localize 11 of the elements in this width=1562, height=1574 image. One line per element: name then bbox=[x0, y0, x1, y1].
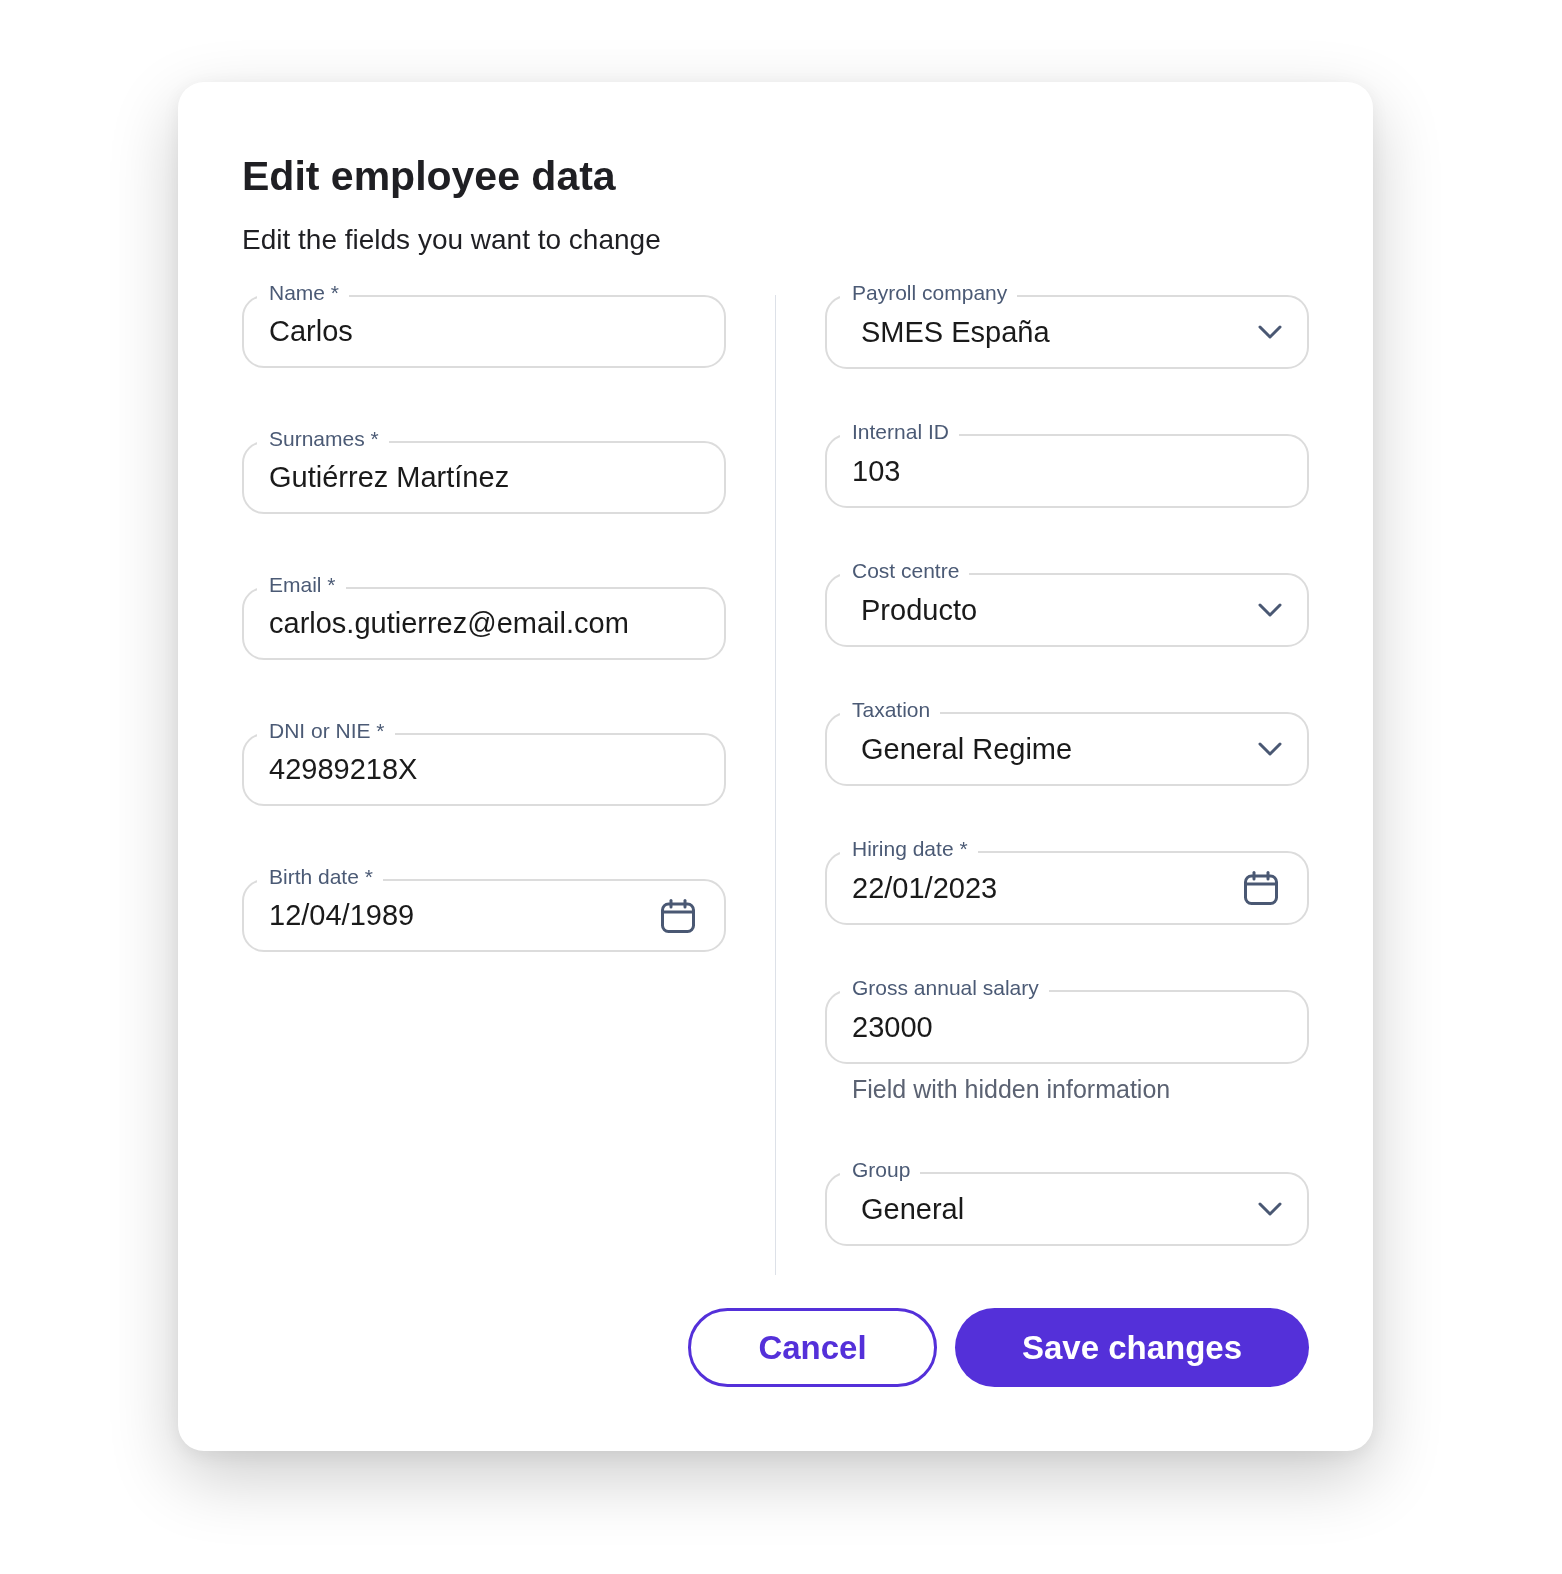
dialog-title: Edit employee data bbox=[242, 152, 616, 200]
calendar-icon bbox=[1244, 871, 1278, 905]
cancel-button[interactable]: Cancel bbox=[688, 1308, 937, 1387]
helper-text: Field with hidden information bbox=[852, 1074, 1171, 1104]
chevron-down-icon bbox=[1258, 742, 1282, 756]
calendar-icon bbox=[661, 898, 695, 933]
chevron-down-icon bbox=[1258, 1202, 1282, 1216]
dialog-subtitle: Edit the fields you want to change bbox=[242, 223, 661, 257]
save-button[interactable]: Save changes bbox=[955, 1308, 1309, 1387]
chevron-down-icon bbox=[1258, 325, 1282, 339]
chevron-down-icon bbox=[1258, 603, 1282, 617]
